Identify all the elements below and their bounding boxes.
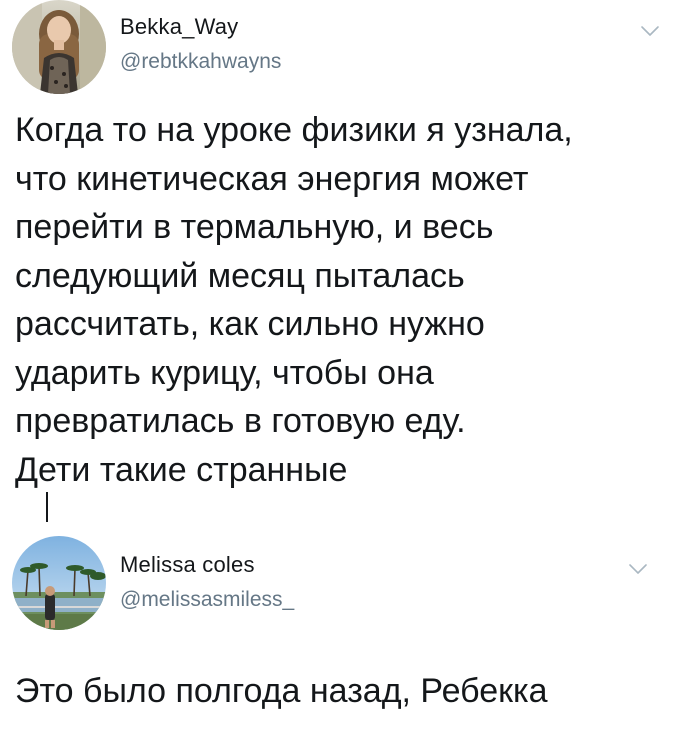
avatar[interactable] <box>12 0 106 94</box>
display-name[interactable]: Melissa coles <box>120 552 255 578</box>
text-cursor <box>46 492 48 522</box>
profile-photo-icon <box>12 0 106 94</box>
tweet-text-line: Дети такие странные <box>15 450 348 489</box>
tweet-text: Когда то на уроке физики я узнала, что к… <box>15 106 695 494</box>
tweet-text-line: Это было полгода назад, Ребекка <box>15 672 548 710</box>
tweet-text-line: следующий месяц пыталась <box>15 256 465 295</box>
tweet-text-line: Когда то на уроке физики я узнала, <box>15 111 573 149</box>
chevron-down-icon[interactable] <box>628 562 648 576</box>
tweet-reply: Melissa coles @melissasmiless_ Это было … <box>0 530 700 747</box>
tweet-text-line: ударить курицу, чтобы она <box>15 353 434 392</box>
tweet-text-line: что кинетическая энергия может <box>15 159 529 198</box>
profile-photo-icon <box>12 536 106 630</box>
tweet-text-line: перейти в термальную, и весь <box>15 208 494 246</box>
user-handle[interactable]: @melissasmiless_ <box>120 588 294 612</box>
avatar[interactable] <box>12 536 106 630</box>
user-handle[interactable]: @rebtkkahwayns <box>120 50 281 74</box>
tweet-text-line: превратилась в готовую еду. <box>15 402 466 440</box>
chevron-down-icon[interactable] <box>640 24 660 38</box>
tweet-text-line: рассчитать, как сильно нужно <box>15 305 485 343</box>
tweet-original: Bekka_Way @rebtkkahwayns Когда то на уро… <box>0 0 700 530</box>
tweet-text: Это было полгода назад, Ребекка <box>15 667 695 716</box>
display-name[interactable]: Bekka_Way <box>120 14 238 40</box>
